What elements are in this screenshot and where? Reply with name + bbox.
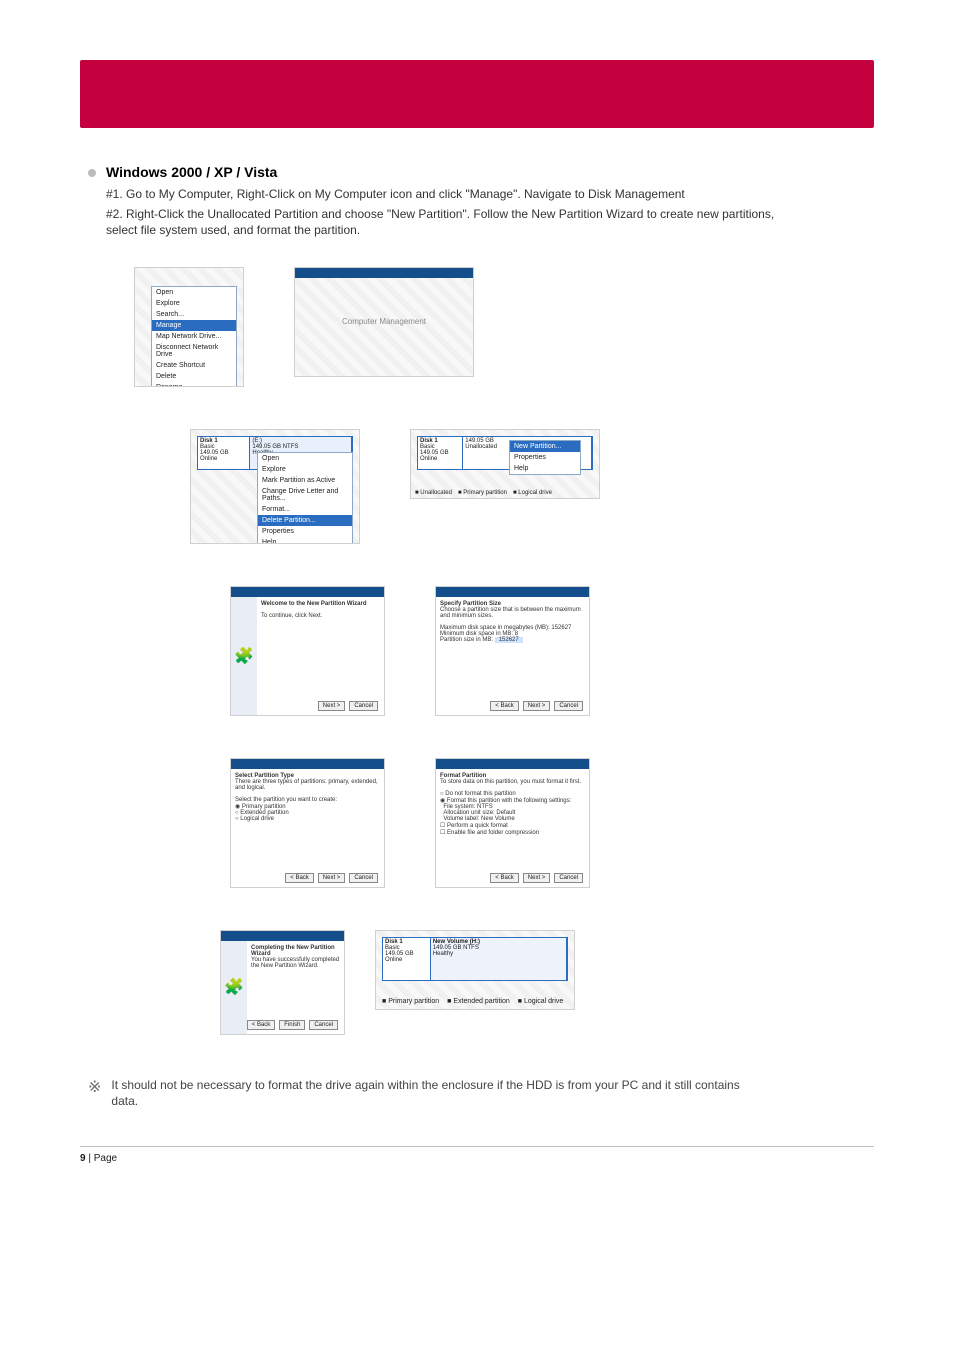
menu-item: Explore	[152, 298, 236, 309]
menu-item: Search...	[152, 309, 236, 320]
menu-item: Map Network Drive...	[152, 331, 236, 342]
footer-separator	[80, 1146, 874, 1153]
instruction-step-1: #1. Go to My Computer, Right-Click on My…	[106, 186, 806, 202]
screenshot-row-1: Open Explore Search... Manage Map Networ…	[134, 267, 874, 387]
legend-row: ■ Unallocated ■ Primary partition ■ Logi…	[415, 490, 552, 496]
page-footer: 9 | Page	[80, 1153, 874, 1164]
screenshot-wizard-size: Specify Partition Size Choose a partitio…	[435, 586, 590, 716]
menu-item: Rename	[152, 382, 236, 387]
menu-item-highlighted: Manage	[152, 320, 236, 331]
screenshot-disk-new-partition: Disk 1 Basic 149.05 GB Online 149.05 GB …	[410, 429, 600, 499]
section-header	[80, 60, 874, 128]
legend-row: ■ Primary partition ■ Extended partition…	[382, 998, 563, 1005]
screenshot-wizard-complete: 🧩 Completing the New Partition Wizard Yo…	[220, 930, 345, 1035]
footnote-mark: ※	[88, 1077, 101, 1111]
screenshot-wizard-format: Format Partition To store data on this p…	[435, 758, 590, 888]
screenshot-computer-management: Computer Management	[294, 267, 474, 377]
menu-item: Open	[152, 287, 236, 298]
screenshot-mycomputer-contextmenu: Open Explore Search... Manage Map Networ…	[134, 267, 244, 387]
screenshot-row-4: Select Partition Type There are three ty…	[230, 758, 874, 888]
placeholder-label: Computer Management	[295, 268, 473, 376]
footer-sep: |	[88, 1153, 91, 1164]
instruction-step-2: #2. Right-Click the Unallocated Partitio…	[106, 206, 806, 238]
screenshot-row-3: 🧩 Welcome to the New Partition Wizard To…	[230, 586, 874, 716]
screenshot-wizard-type: Select Partition Type There are three ty…	[230, 758, 385, 888]
disk-context-menu: Open Explore Mark Partition as Active Ch…	[257, 452, 353, 544]
os-heading: Windows 2000 / XP / Vista	[106, 164, 806, 180]
window-titlebar	[295, 268, 473, 278]
menu-item: Create Shortcut	[152, 360, 236, 371]
wizard-icon: 🧩	[231, 597, 257, 715]
footnote: ※ It should not be necessary to format t…	[88, 1077, 874, 1111]
context-menu: Open Explore Search... Manage Map Networ…	[151, 286, 237, 387]
screenshot-wizard-welcome: 🧩 Welcome to the New Partition Wizard To…	[230, 586, 385, 716]
screenshot-disk-result: Disk 1 Basic 149.05 GB Online New Volume…	[375, 930, 575, 1010]
bullet-icon	[88, 169, 96, 177]
footer-label: Page	[94, 1153, 117, 1164]
disk-context-menu-b: New Partition... Properties Help	[509, 440, 581, 475]
menu-item: Disconnect Network Drive	[152, 342, 236, 360]
screenshot-row-5: 🧩 Completing the New Partition Wizard Yo…	[220, 930, 874, 1035]
footnote-text: It should not be necessary to format the…	[111, 1077, 751, 1111]
page-number: 9	[80, 1153, 86, 1164]
instruction-block: Windows 2000 / XP / Vista #1. Go to My C…	[88, 164, 874, 239]
wizard-icon: 🧩	[221, 941, 247, 1034]
screenshot-disk-delete-partition: Disk 1 Basic 149.05 GB Online (E:) 149.0…	[190, 429, 360, 544]
disk-strip-result: Disk 1 Basic 149.05 GB Online New Volume…	[382, 937, 568, 981]
screenshot-row-2: Disk 1 Basic 149.05 GB Online (E:) 149.0…	[190, 429, 874, 544]
menu-item: Delete	[152, 371, 236, 382]
